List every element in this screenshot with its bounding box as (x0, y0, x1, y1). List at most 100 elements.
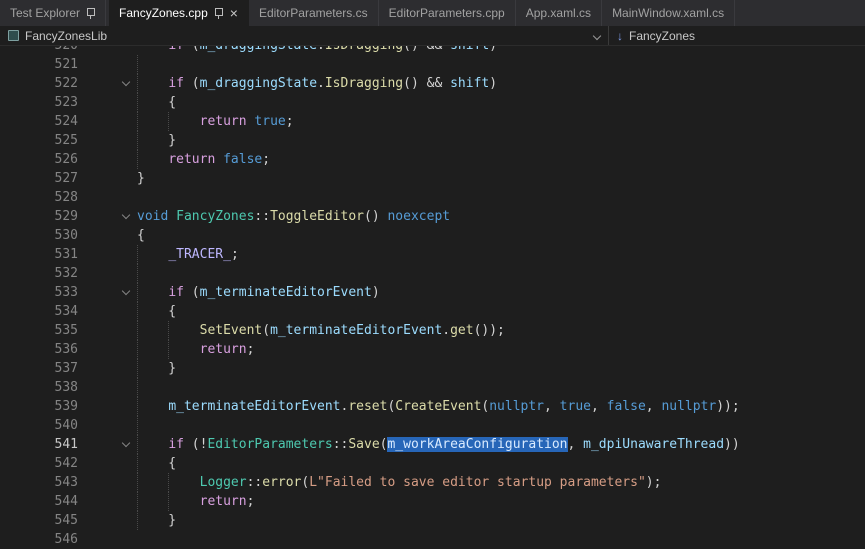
code-line-541[interactable]: 541 if (!EditorParameters::Save(m_workAr… (0, 435, 865, 454)
line-number[interactable]: 542 (0, 454, 78, 473)
pin-icon[interactable] (86, 7, 95, 20)
line-number[interactable]: 539 (0, 397, 78, 416)
code-line-520[interactable]: 520 if (m_draggingState.IsDragging() && … (0, 46, 865, 55)
member-name: FancyZones (629, 29, 695, 43)
tab-editorparameters-cs[interactable]: EditorParameters.cs (249, 0, 379, 26)
code-line-524[interactable]: 524 return true; (0, 112, 865, 131)
line-number[interactable]: 537 (0, 359, 78, 378)
line-number[interactable]: 522 (0, 74, 78, 93)
line-number[interactable]: 524 (0, 112, 78, 131)
code-line-528[interactable]: 528 (0, 188, 865, 207)
code-line-535[interactable]: 535 SetEvent(m_terminateEditorEvent.get(… (0, 321, 865, 340)
line-number[interactable]: 534 (0, 302, 78, 321)
code-token: if (168, 285, 184, 300)
code-token: reset (348, 399, 387, 414)
line-number[interactable]: 526 (0, 150, 78, 169)
code-line-533[interactable]: 533 if (m_terminateEditorEvent) (0, 283, 865, 302)
code-text: return; (137, 492, 865, 511)
code-token: false (223, 152, 262, 167)
line-number[interactable]: 530 (0, 226, 78, 245)
code-token: ) (372, 285, 380, 300)
code-line-526[interactable]: 526 return false; (0, 150, 865, 169)
code-token: , (646, 399, 662, 414)
code-token: nullptr (661, 399, 716, 414)
line-number[interactable]: 521 (0, 55, 78, 74)
line-number[interactable]: 533 (0, 283, 78, 302)
line-number[interactable]: 544 (0, 492, 78, 511)
code-line-530[interactable]: 530{ (0, 226, 865, 245)
code-token: m_terminateEditorEvent (270, 323, 442, 338)
fold-chevron-icon[interactable] (78, 207, 137, 226)
indent-guide (137, 435, 138, 454)
code-token: () (364, 209, 387, 224)
tab-test-explorer[interactable]: Test Explorer (0, 0, 106, 26)
line-number[interactable]: 540 (0, 416, 78, 435)
fold-chevron-icon[interactable] (78, 74, 137, 93)
line-number[interactable]: 535 (0, 321, 78, 340)
code-token (137, 76, 168, 91)
code-token: } (137, 361, 176, 376)
code-line-537[interactable]: 537 } (0, 359, 865, 378)
tab-app-xaml-cs[interactable]: App.xaml.cs (516, 0, 602, 26)
line-number[interactable]: 545 (0, 511, 78, 530)
code-line-542[interactable]: 542 { (0, 454, 865, 473)
code-line-525[interactable]: 525 } (0, 131, 865, 150)
line-number[interactable]: 531 (0, 245, 78, 264)
indent-guide (137, 55, 138, 74)
code-line-546[interactable]: 546 (0, 530, 865, 549)
code-line-521[interactable]: 521 (0, 55, 865, 74)
fold-gutter (78, 492, 137, 511)
code-line-523[interactable]: 523 { (0, 93, 865, 112)
code-line-532[interactable]: 532 (0, 264, 865, 283)
code-line-539[interactable]: 539 m_terminateEditorEvent.reset(CreateE… (0, 397, 865, 416)
code-line-534[interactable]: 534 { (0, 302, 865, 321)
code-token: ) (489, 46, 497, 53)
code-text: return true; (137, 112, 865, 131)
line-number[interactable]: 538 (0, 378, 78, 397)
line-number[interactable]: 543 (0, 473, 78, 492)
code-text (137, 188, 865, 207)
line-number[interactable]: 546 (0, 530, 78, 549)
code-line-538[interactable]: 538 (0, 378, 865, 397)
fold-chevron-icon[interactable] (78, 283, 137, 302)
indent-guide (137, 93, 138, 112)
code-editor[interactable]: 520 if (m_draggingState.IsDragging() && … (0, 46, 865, 549)
code-line-545[interactable]: 545 } (0, 511, 865, 530)
vs-window: Test Explorer FancyZones.cpp×EditorParam… (0, 0, 865, 549)
code-token: m_draggingState (200, 76, 317, 91)
code-token: { (137, 95, 176, 110)
code-line-544[interactable]: 544 return; (0, 492, 865, 511)
code-line-527[interactable]: 527} (0, 169, 865, 188)
tab-label: App.xaml.cs (526, 6, 591, 20)
line-number[interactable]: 529 (0, 207, 78, 226)
line-number[interactable]: 536 (0, 340, 78, 359)
code-line-540[interactable]: 540 (0, 416, 865, 435)
code-text (137, 530, 865, 549)
close-icon[interactable]: × (230, 6, 238, 20)
code-line-536[interactable]: 536 return; (0, 340, 865, 359)
code-token: if (168, 46, 184, 53)
line-number[interactable]: 523 (0, 93, 78, 112)
pin-icon[interactable] (214, 7, 223, 20)
tab-label: MainWindow.xaml.cs (612, 6, 724, 20)
line-number[interactable]: 532 (0, 264, 78, 283)
fold-chevron-icon[interactable] (78, 435, 137, 454)
code-line-531[interactable]: 531 _TRACER_; (0, 245, 865, 264)
chevron-down-icon[interactable] (593, 31, 601, 39)
tab-fancyzones-cpp[interactable]: FancyZones.cpp× (109, 0, 249, 26)
tab-editorparameters-cpp[interactable]: EditorParameters.cpp (379, 0, 516, 26)
code-line-522[interactable]: 522 if (m_draggingState.IsDragging() && … (0, 74, 865, 93)
line-number[interactable]: 525 (0, 131, 78, 150)
project-dropdown[interactable]: FancyZonesLib (0, 26, 608, 45)
line-number[interactable]: 528 (0, 188, 78, 207)
member-dropdown[interactable]: ↓ FancyZones (608, 26, 865, 45)
code-line-529[interactable]: 529void FancyZones::ToggleEditor() noexc… (0, 207, 865, 226)
line-number[interactable]: 541 (0, 435, 78, 454)
code-token: if (168, 76, 184, 91)
code-text: } (137, 131, 865, 150)
code-token: () && (403, 46, 450, 53)
tab-mainwindow-xaml-cs[interactable]: MainWindow.xaml.cs (602, 0, 735, 26)
line-number[interactable]: 527 (0, 169, 78, 188)
code-line-543[interactable]: 543 Logger::error(L"Failed to save edito… (0, 473, 865, 492)
code-text: if (m_draggingState.IsDragging() && shif… (137, 74, 865, 93)
